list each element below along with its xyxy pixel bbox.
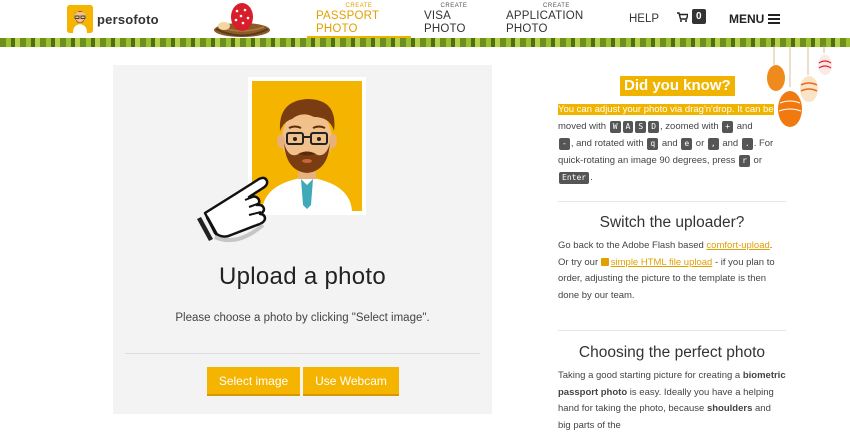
upload-title: Upload a photo [219, 263, 386, 290]
text: Or try our [558, 256, 599, 268]
choosing-photo-text: Taking a good starting picture for creat… [558, 368, 786, 434]
did-you-know-text: You can adjust your photo via drag'n'dro… [558, 101, 786, 186]
text: or [753, 155, 762, 166]
key-s: S [635, 121, 647, 133]
text: , zoomed with [660, 121, 719, 132]
pointing-hand-icon [197, 176, 269, 242]
divider [125, 353, 480, 354]
key-enter: Enter [559, 172, 590, 184]
text: . [590, 172, 593, 183]
hamburger-icon [768, 14, 781, 24]
text: or [695, 138, 705, 149]
cart-icon [677, 11, 688, 22]
key-a: A [622, 121, 634, 133]
use-webcam-button[interactable]: Use Webcam [303, 367, 399, 396]
key-minus: - [559, 138, 570, 150]
divider [558, 201, 786, 202]
highlight-text: You can adjust your photo via drag'n'dro… [558, 104, 774, 115]
nav-small-label: CREATE [345, 3, 373, 9]
text: . For [753, 138, 774, 149]
nav-small-label: CREATE [543, 3, 570, 9]
choosing-photo-title: Choosing the perfect photo [578, 344, 766, 361]
easter-nest-icon [214, 3, 270, 37]
text: and [661, 138, 678, 149]
menu-button[interactable]: MENU [729, 12, 781, 26]
switch-uploader-text: Go back to the Adobe Flash based comfort… [558, 238, 786, 304]
text: and [736, 121, 753, 132]
upload-hint: Please choose a photo by clicking "Selec… [175, 312, 430, 324]
grass-banner [0, 38, 850, 47]
nav-passport-photo[interactable]: CREATE PASSPORT PHOTO [316, 0, 402, 38]
upload-panel: Upload a photo Please choose a photo by … [113, 65, 492, 414]
nav-label: APPLICATION PHOTO [506, 10, 584, 35]
site-header: persofoto CREATE PASSPORT PHOTO CREATE V… [0, 0, 850, 39]
did-you-know-title: Did you know? [620, 76, 735, 96]
logo-icon [67, 5, 93, 33]
key-r: r [739, 155, 750, 167]
nav-label: VISA PHOTO [424, 10, 466, 35]
key-dot: . [741, 138, 753, 150]
menu-label: MENU [729, 12, 765, 26]
nav-label: PASSPORT PHOTO [316, 10, 379, 35]
switch-uploader-title: Switch the uploader? [599, 214, 745, 231]
nav-small-label: CREATE [440, 3, 468, 9]
select-image-button[interactable]: Select image [207, 367, 300, 396]
bold-text: shoulders [706, 403, 753, 414]
key-q: q [647, 138, 659, 150]
text: Go back to the Adobe Flash based [558, 240, 704, 251]
key-comma: , [707, 138, 719, 150]
text: . [769, 240, 773, 251]
upload-icon [600, 257, 609, 266]
simple-html-upload-link[interactable]: simple HTML file upload [611, 257, 713, 268]
brand-name: persofoto [97, 11, 159, 27]
key-d: D [648, 121, 660, 133]
logo[interactable]: persofoto [67, 5, 159, 33]
text: quick-rotating an image 90 degrees, pres… [558, 155, 736, 166]
cart-button[interactable]: 0 [677, 9, 706, 24]
text: , and rotated with [570, 138, 644, 149]
cart-count-badge: 0 [692, 9, 706, 24]
key-plus: + [722, 121, 734, 133]
divider [558, 330, 786, 331]
key-e: e [681, 138, 693, 150]
nav-visa-photo[interactable]: CREATE VISA PHOTO [424, 0, 484, 38]
easter-eggs-decoration-icon [767, 45, 832, 127]
text: Taking a good starting picture for creat… [558, 370, 741, 381]
text: and [722, 138, 739, 149]
nav-help[interactable]: HELP [629, 13, 659, 25]
key-w: W [609, 121, 621, 133]
text: moved with [558, 121, 607, 132]
comfort-upload-link[interactable]: comfort-upload [706, 240, 769, 251]
nav-application-photo[interactable]: CREATE APPLICATION PHOTO [506, 0, 607, 38]
